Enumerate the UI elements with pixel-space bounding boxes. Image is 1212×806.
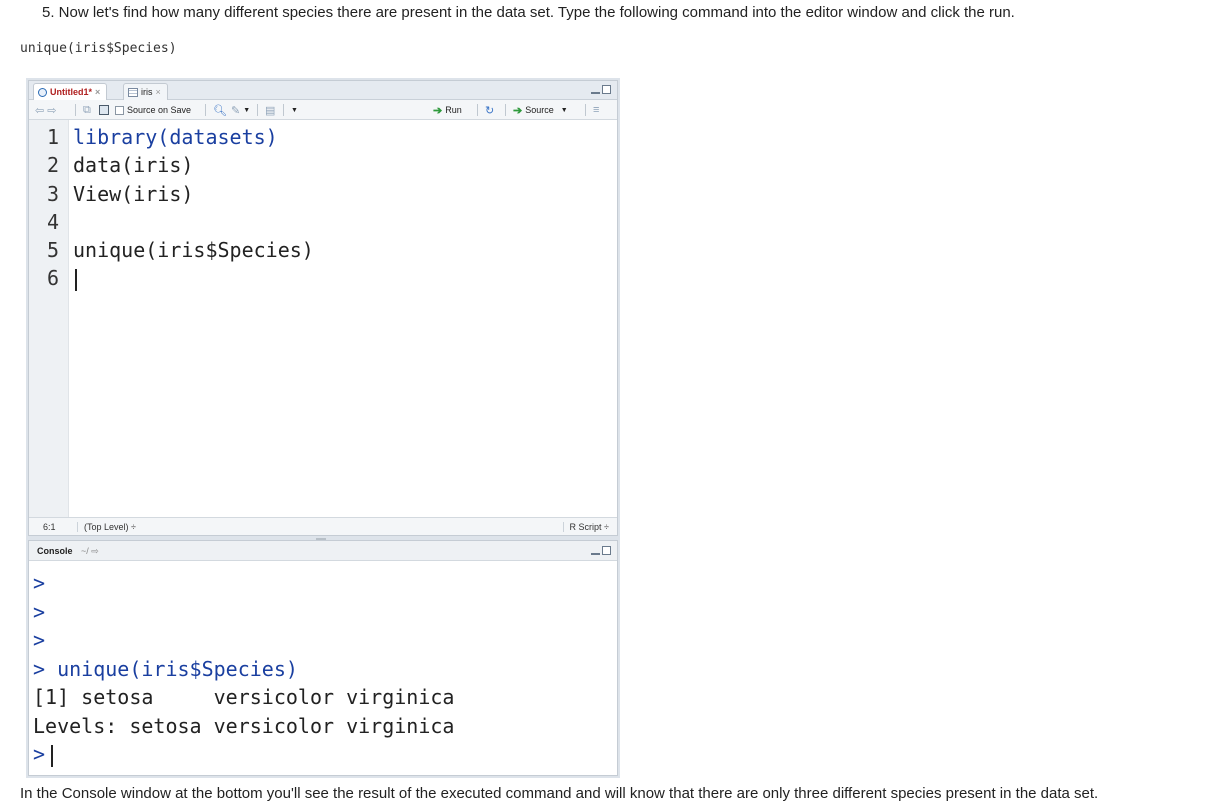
- editor-pane-controls: [591, 85, 611, 94]
- source-on-save-toggle[interactable]: Source on Save: [115, 103, 191, 117]
- editor-tabs: Untitled1* × iris ×: [29, 81, 617, 100]
- rstudio-screenshot: Untitled1* × iris × ⇦ ⇨ ⧉ Source on Save…: [26, 78, 620, 778]
- tab-label: Untitled1*: [50, 87, 93, 97]
- line-text: [59, 208, 73, 236]
- notebook-icon: ▤: [265, 104, 276, 117]
- chevron-down-icon: ▼: [291, 106, 298, 114]
- line-text: library(datasets): [73, 125, 278, 149]
- console-pane-controls: [591, 546, 611, 555]
- line-number: 5: [46, 238, 59, 263]
- minimize-icon[interactable]: [591, 546, 600, 555]
- code-line: 3 View(iris): [29, 180, 314, 208]
- line-text: [59, 264, 77, 292]
- console-pane: Console ~/ ⇨ > > > > unique(iris$Species…: [28, 540, 618, 776]
- code-tools-button[interactable]: ✎ ▼: [231, 103, 250, 117]
- run-arrow-icon: ➔: [433, 104, 443, 117]
- console-line: Levels: setosa versicolor virginica: [33, 713, 455, 738]
- close-icon[interactable]: ×: [95, 84, 100, 100]
- line-text: View(iris): [73, 181, 194, 206]
- console-line: > unique(iris$Species): [33, 656, 298, 681]
- source-arrow-icon: ➔: [513, 104, 523, 117]
- checkbox-icon[interactable]: [115, 105, 124, 115]
- go-to-dir-icon: ⇨: [91, 546, 99, 556]
- show-in-window: ⧉: [83, 103, 91, 117]
- line-number: 6: [46, 266, 59, 291]
- compile-report-button[interactable]: ▤: [265, 103, 275, 117]
- chevron-down-icon: ▼: [560, 106, 568, 114]
- data-table-icon: [128, 87, 138, 97]
- wand-icon: ✎: [231, 104, 241, 117]
- footer-text: In the Console window at the bottom you'…: [20, 785, 1099, 802]
- source-editor-pane: Untitled1* × iris × ⇦ ⇨ ⧉ Source on Save…: [28, 80, 618, 536]
- tab-label: iris: [141, 87, 153, 97]
- instruction-text: 5. Now let's find how many different spe…: [42, 4, 1015, 21]
- code-line: 1 library(datasets): [29, 123, 314, 151]
- code-snippet: unique(iris$Species): [20, 41, 177, 56]
- save-button[interactable]: [99, 103, 109, 117]
- tab-untitled1[interactable]: Untitled1* ×: [33, 83, 108, 100]
- console-output[interactable]: > > > > unique(iris$Species) [1] setosa …: [33, 569, 454, 769]
- search-button[interactable]: 🔍︎: [213, 103, 227, 117]
- text-cursor: [51, 744, 54, 767]
- console-header: Console ~/ ⇨: [29, 541, 617, 561]
- line-number: 3: [46, 181, 59, 206]
- editor-toolbar: ⇦ ⇨ ⧉ Source on Save 🔍︎ ✎ ▼ ▤ ▼ ➔ Run ↻ …: [29, 100, 617, 120]
- back-arrow-icon[interactable]: ⇦: [35, 104, 44, 117]
- outline-icon: ≡: [593, 104, 600, 116]
- close-icon[interactable]: ×: [156, 84, 161, 100]
- maximize-icon[interactable]: [602, 546, 611, 555]
- rerun-button[interactable]: ↻: [485, 103, 494, 117]
- code-line: 6: [29, 264, 314, 292]
- source-label: Source: [525, 105, 554, 115]
- run-button[interactable]: ➔ Run: [433, 103, 462, 117]
- editor-status-bar: 6:1 (Top Level) ÷ R Script ÷: [29, 517, 617, 535]
- minimize-icon[interactable]: [591, 85, 600, 94]
- cursor-position: 6:1: [43, 522, 56, 532]
- line-text: data(iris): [73, 153, 194, 178]
- run-label: Run: [445, 105, 462, 115]
- popout-icon[interactable]: ⧉: [83, 104, 91, 117]
- line-number: 4: [46, 209, 59, 234]
- forward-arrow-icon[interactable]: ⇨: [47, 104, 56, 117]
- back-forward: ⇦ ⇨: [35, 103, 56, 117]
- line-number: 2: [46, 153, 59, 178]
- console-line: >: [33, 599, 46, 624]
- outline-button[interactable]: ≡: [593, 103, 599, 117]
- line-text: unique(iris$Species): [73, 238, 314, 263]
- scope-dropdown[interactable]: (Top Level) ÷: [77, 522, 136, 532]
- line-number: 1: [46, 125, 59, 149]
- file-type-dropdown[interactable]: R Script ÷: [562, 522, 609, 532]
- console-title: Console: [37, 546, 73, 556]
- console-line: [1] setosa versicolor virginica: [33, 685, 455, 709]
- code-line: 4: [29, 208, 314, 236]
- console-line: >: [33, 628, 46, 652]
- rerun-icon: ↻: [485, 104, 495, 117]
- console-prompt[interactable]: >: [33, 740, 454, 769]
- working-dir: ~/ ⇨: [81, 546, 99, 556]
- save-icon: [99, 105, 109, 115]
- more-options[interactable]: ▼: [291, 103, 298, 117]
- search-icon: 🔍︎: [213, 104, 227, 117]
- tab-iris[interactable]: iris ×: [123, 83, 168, 100]
- chevron-down-icon: ▼: [243, 106, 251, 114]
- code-line: 2 data(iris): [29, 151, 314, 179]
- text-cursor: [75, 268, 77, 291]
- r-file-icon: [38, 87, 47, 97]
- console-line: >: [33, 571, 46, 595]
- code-editor[interactable]: 1 library(datasets) 2 data(iris) 3 View(iri…: [29, 123, 314, 293]
- source-button[interactable]: ➔ Source ▼: [513, 103, 568, 117]
- source-on-save-label: Source on Save: [127, 105, 192, 115]
- code-line: 5 unique(iris$Species): [29, 236, 314, 264]
- maximize-icon[interactable]: [602, 85, 611, 94]
